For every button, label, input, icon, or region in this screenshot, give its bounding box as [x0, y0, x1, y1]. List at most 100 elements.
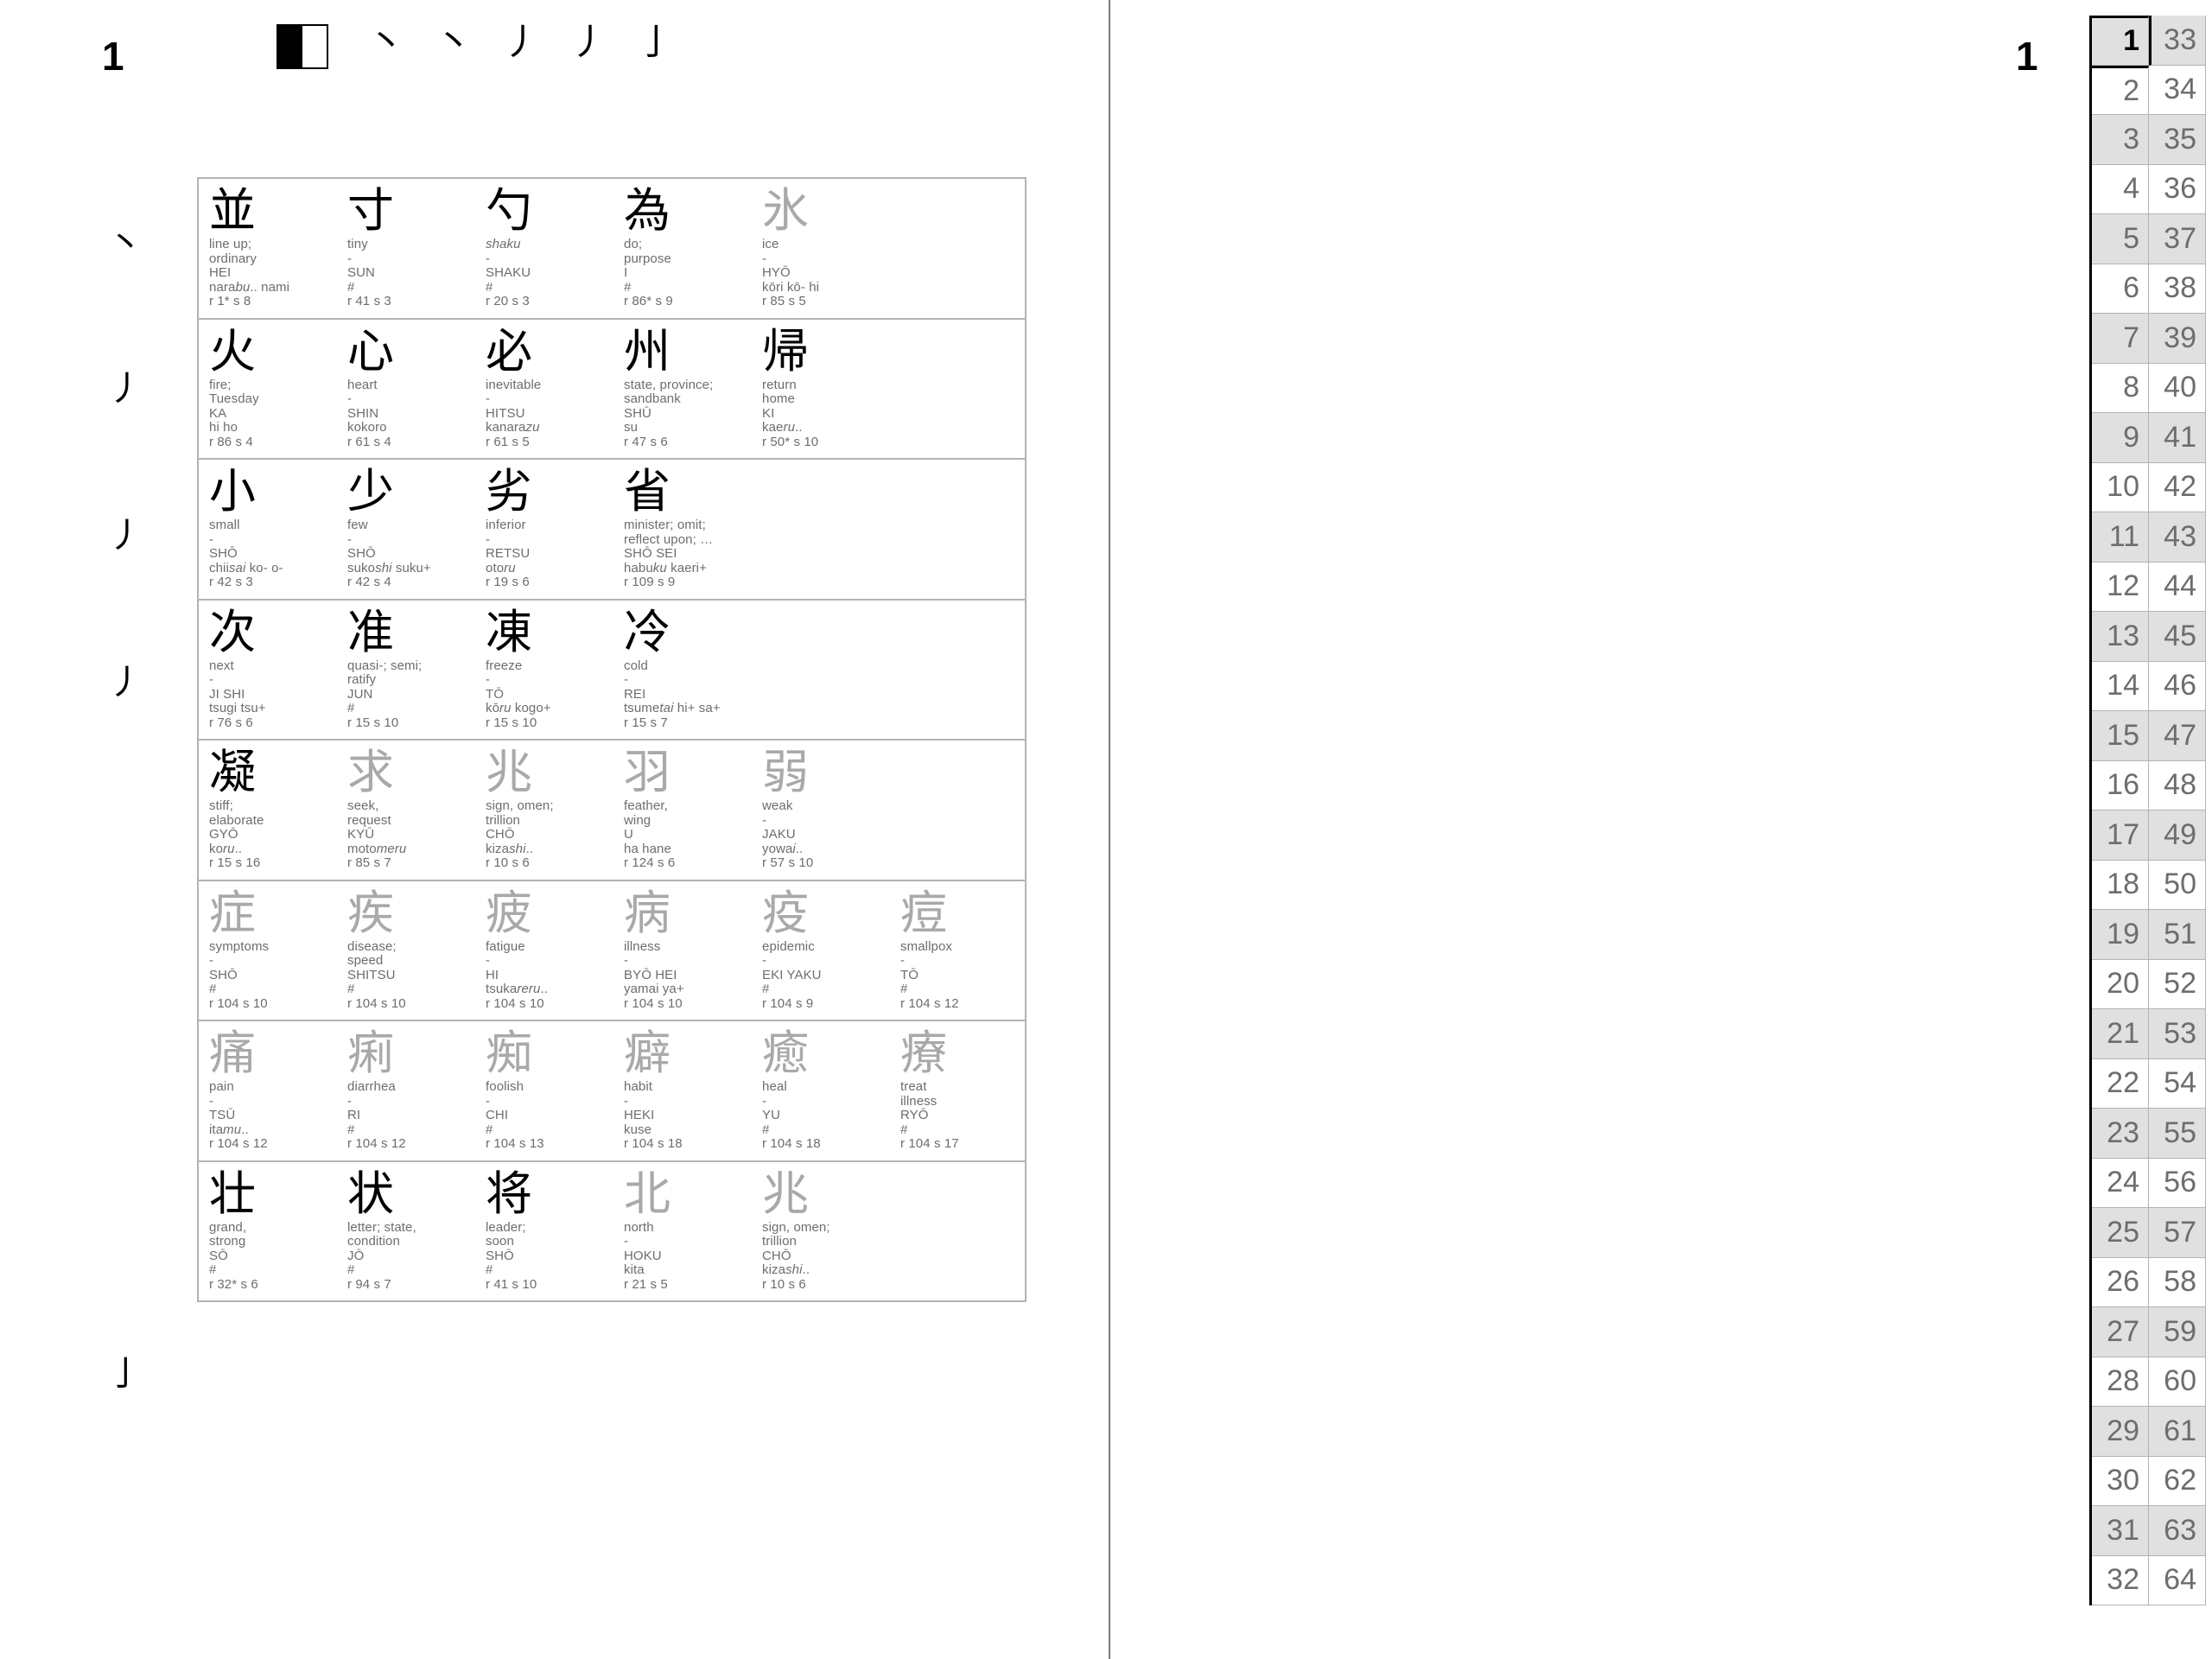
page-index-cell-left[interactable]: 25: [2092, 1208, 2149, 1258]
page-index-cell-left[interactable]: 27: [2092, 1307, 2149, 1357]
page-index-cell-right[interactable]: 38: [2149, 264, 2206, 314]
page-index-cell-right[interactable]: 50: [2149, 860, 2206, 910]
page-index-cell-right[interactable]: 48: [2149, 760, 2206, 810]
kanji-entry[interactable]: 病 illness - BYŌ HEI yamai ya+ r 104 s 10: [613, 887, 752, 1015]
page-index-cell-right[interactable]: 60: [2149, 1357, 2206, 1407]
page-index-cell-left[interactable]: 19: [2092, 910, 2149, 960]
kanji-entry[interactable]: 勺 shaku - SHAKU # r 20 s 3: [475, 184, 613, 313]
page-index-cell-left[interactable]: 4: [2092, 164, 2149, 214]
kanji-entry[interactable]: 求 seek, request KYŪ motomeru r 85 s 7: [337, 746, 475, 874]
page-index-cell-left[interactable]: 10: [2092, 462, 2149, 512]
kanji-entry[interactable]: 状 letter; state, condition JŌ # r 94 s 7: [337, 1167, 475, 1296]
kanji-entry[interactable]: 火 fire; Tuesday KA hi ho r 86 s 4: [199, 325, 337, 454]
page-index-cell-left[interactable]: 6: [2092, 264, 2149, 314]
page-index-cell-left[interactable]: 3: [2092, 115, 2149, 165]
kanji-entry[interactable]: 疲 fatigue - HI tsukareru.. r 104 s 10: [475, 887, 613, 1015]
page-index-cell-left[interactable]: 12: [2092, 562, 2149, 612]
page-index-cell-right[interactable]: 36: [2149, 164, 2206, 214]
kanji-entry[interactable]: 症 symptoms - SHŌ # r 104 s 10: [199, 887, 337, 1015]
page-index-cell-right[interactable]: 35: [2149, 115, 2206, 165]
page-index-cell-right[interactable]: 44: [2149, 562, 2206, 612]
page-index-cell-right[interactable]: 46: [2149, 661, 2206, 711]
page-index-cell-left[interactable]: 11: [2092, 512, 2149, 563]
kanji-entry[interactable]: 凝 stiff; elaborate GYŌ koru.. r 15 s 16: [199, 746, 337, 874]
kanji-entry[interactable]: 小 small - SHŌ chiisai ko- o-r 42 s 3: [199, 465, 337, 594]
kanji-entry[interactable]: 弱 weak - JAKU yowai.. r 57 s 10: [752, 746, 890, 874]
page-index-cell-left[interactable]: 13: [2092, 612, 2149, 662]
kanji-entry[interactable]: 痛 pain - TSŪ itamu.. r 104 s 12: [199, 1027, 337, 1155]
page-index-cell-left[interactable]: 21: [2092, 1009, 2149, 1059]
page-index-cell-left[interactable]: 17: [2092, 810, 2149, 861]
page-index-cell-right[interactable]: 51: [2149, 910, 2206, 960]
kanji-entry[interactable]: 兆 sign, omen; trillion CHŌ kizashi.. r 10 s 6: [752, 1167, 890, 1296]
page-index-cell-right[interactable]: 49: [2149, 810, 2206, 861]
kanji-entry[interactable]: 兆 sign, omen; trillion CHŌ kizashi.. r 10 s 6: [475, 746, 613, 874]
kanji-entry[interactable]: 次 next - JI SHI tsugi tsu+ r 76 s 6: [199, 606, 337, 734]
kanji-entry[interactable]: 疾 disease; speed SHITSU # r 104 s 10: [337, 887, 475, 1015]
page-index-cell-left[interactable]: 28: [2092, 1357, 2149, 1407]
page-index-cell-left[interactable]: 30: [2092, 1456, 2149, 1506]
page-index-cell-right[interactable]: 37: [2149, 214, 2206, 264]
page-index-cell-left[interactable]: 18: [2092, 860, 2149, 910]
page-index-cell-right[interactable]: 41: [2149, 413, 2206, 463]
kanji-entry[interactable]: 並 line up; ordinary HEI narabu.. nami r 1* s …: [199, 184, 337, 313]
page-index-cell-left[interactable]: 23: [2092, 1109, 2149, 1159]
page-index-cell-right[interactable]: 57: [2149, 1208, 2206, 1258]
kanji-entry[interactable]: 冷 cold - REI tsumetai hi+ sa+ r 15 s 7: [613, 606, 752, 734]
page-index-cell-right[interactable]: 43: [2149, 512, 2206, 563]
page-index-cell-left[interactable]: 5: [2092, 214, 2149, 264]
kanji-entry[interactable]: 疫 epidemic - EKI YAKU # r 104 s 9: [752, 887, 890, 1015]
kanji-entry[interactable]: 癖 habit - HEKI kuse r 104 s 18: [613, 1027, 752, 1155]
kanji-entry[interactable]: 凍 freeze - TŌ kōru kogo+ r 15 s 10: [475, 606, 613, 734]
kanji-entry[interactable]: 心 heart - SHIN kokoro r 61 s 4: [337, 325, 475, 454]
kanji-entry[interactable]: 痘 smallpox - TŌ # r 104 s 12: [890, 887, 1028, 1015]
page-index-cell-left[interactable]: 8: [2092, 363, 2149, 413]
page-index-cell-left[interactable]: 24: [2092, 1158, 2149, 1208]
kanji-entry[interactable]: 准 quasi-; semi; ratify JUN # r 15 s 10: [337, 606, 475, 734]
kanji-entry[interactable]: 寸 tiny - SUN # r 41 s 3: [337, 184, 475, 313]
kanji-entry[interactable]: 氷 ice - HYŌ kōri kō- hi r 85 s 5: [752, 184, 890, 313]
page-index-sidebar[interactable]: 1 33 2 34 3 35 4 36 5 37 6 38 7 39 8 40 9 41 10 42 11 43 12 44 1…: [2089, 16, 2206, 1605]
page-index-cell-right[interactable]: 61: [2149, 1407, 2206, 1457]
page-index-cell-left[interactable]: 26: [2092, 1257, 2149, 1307]
kanji-entry[interactable]: 羽 feather, wing Uha hane r 124 s 6: [613, 746, 752, 874]
page-index-cell-left[interactable]: 14: [2092, 661, 2149, 711]
page-index-cell-left[interactable]: 7: [2092, 314, 2149, 364]
page-index-cell-left[interactable]: 15: [2092, 711, 2149, 761]
page-index-cell-right[interactable]: 34: [2149, 65, 2206, 115]
kanji-entry[interactable]: 劣 inferior - RETSU otoru r 19 s 6: [475, 465, 613, 594]
page-index-cell-right[interactable]: 45: [2149, 612, 2206, 662]
page-index-cell-right[interactable]: 64: [2149, 1555, 2206, 1605]
page-index-cell-right[interactable]: 62: [2149, 1456, 2206, 1506]
page-index-cell-right[interactable]: 47: [2149, 711, 2206, 761]
kanji-entry[interactable]: 少 few - SHŌ sukoshi suku+ r 42 s 4: [337, 465, 475, 594]
page-index-cell-right[interactable]: 56: [2149, 1158, 2206, 1208]
page-index-cell-right[interactable]: 59: [2149, 1307, 2206, 1357]
page-index-cell-right[interactable]: 53: [2149, 1009, 2206, 1059]
page-index-cell-right[interactable]: 42: [2149, 462, 2206, 512]
page-index-cell-left[interactable]: 31: [2092, 1506, 2149, 1556]
page-index-cell-right[interactable]: 63: [2149, 1506, 2206, 1556]
page-index-cell-left[interactable]: 1: [2092, 16, 2149, 66]
kanji-entry[interactable]: 北 north - HOKU kita r 21 s 5: [613, 1167, 752, 1296]
kanji-entry[interactable]: 療 treat illness RYŌ # r 104 s 17: [890, 1027, 1028, 1155]
kanji-entry[interactable]: 帰 return home KI kaeru.. r 50* s 10: [752, 325, 890, 454]
kanji-entry[interactable]: 将 leader; soon SHŌ # r 41 s 10: [475, 1167, 613, 1296]
kanji-entry[interactable]: 癒 heal - YU # r 104 s 18: [752, 1027, 890, 1155]
page-index-cell-right[interactable]: 58: [2149, 1257, 2206, 1307]
page-index-cell-right[interactable]: 39: [2149, 314, 2206, 364]
page-index-cell-left[interactable]: 32: [2092, 1555, 2149, 1605]
page-index-cell-left[interactable]: 16: [2092, 760, 2149, 810]
page-index-cell-left[interactable]: 20: [2092, 959, 2149, 1009]
kanji-entry[interactable]: 省 minister; omit; reflect upon; … SHŌ SEI ha…: [613, 465, 752, 594]
page-index-cell-right[interactable]: 54: [2149, 1058, 2206, 1109]
page-index-cell-left[interactable]: 22: [2092, 1058, 2149, 1109]
kanji-entry[interactable]: 必 inevitable - HITSU kanarazu r 61 s 5: [475, 325, 613, 454]
page-index-cell-right[interactable]: 33: [2149, 16, 2206, 66]
kanji-entry[interactable]: 痢 diarrhea - RI # r 104 s 12: [337, 1027, 475, 1155]
page-index-cell-left[interactable]: 2: [2092, 65, 2149, 115]
kanji-entry[interactable]: 州 state, province; sandbank SHŪ su r 47 s 6: [613, 325, 752, 454]
page-index-cell-right[interactable]: 52: [2149, 959, 2206, 1009]
page-index-cell-right[interactable]: 55: [2149, 1109, 2206, 1159]
kanji-entry[interactable]: 為 do; purpose I # r 86* s 9: [613, 184, 752, 313]
